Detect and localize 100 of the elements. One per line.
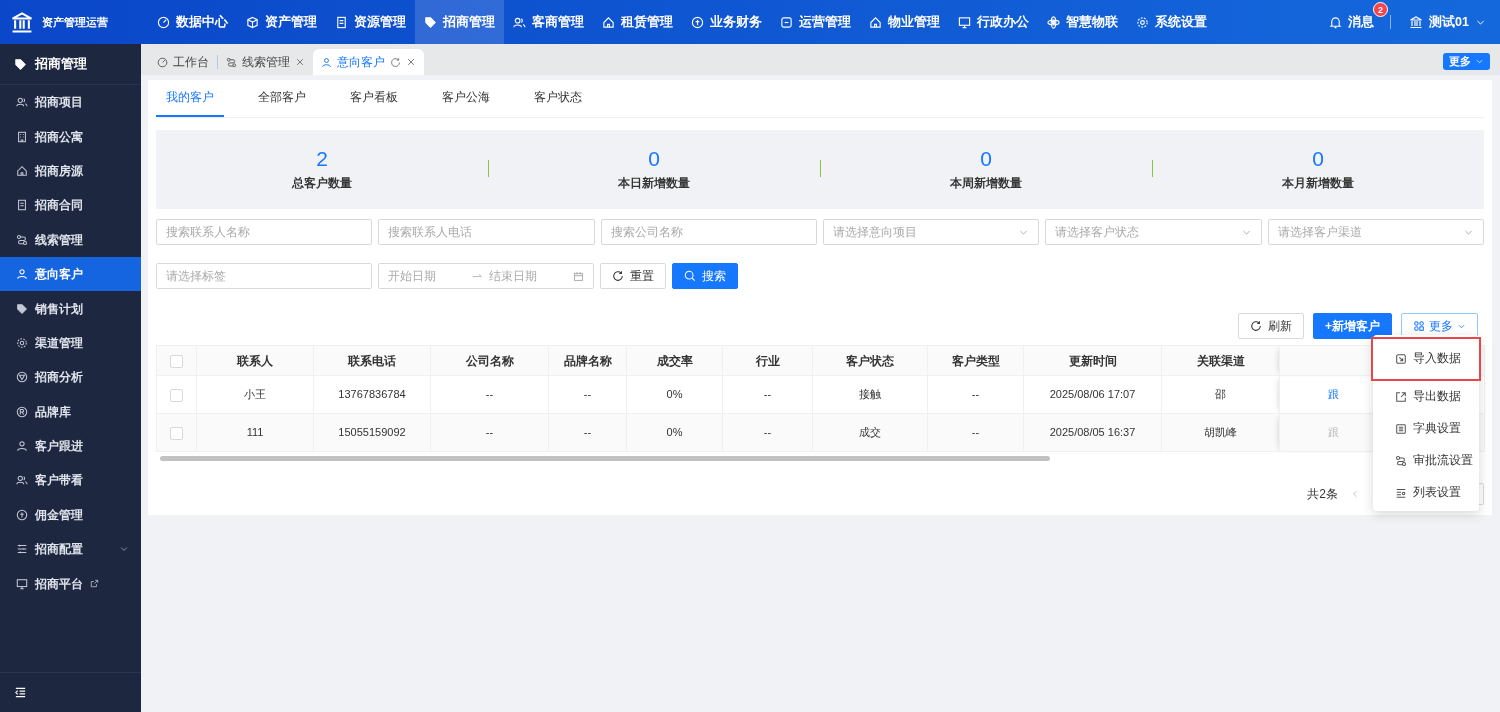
close-icon[interactable] — [406, 57, 416, 67]
external-link-icon — [90, 579, 99, 589]
add-customer-button[interactable]: +新增客户 — [1313, 313, 1392, 339]
nav-tab[interactable]: 智慧物联 — [1038, 0, 1127, 44]
search-button[interactable]: 搜索 — [672, 263, 738, 289]
sidebar-item[interactable]: 招商分析 — [0, 360, 141, 395]
table-cell: 接触 — [812, 375, 928, 414]
reload-icon — [1250, 320, 1262, 332]
list-icon — [1395, 423, 1407, 435]
sidebar-item[interactable]: 渠道管理 — [0, 325, 141, 361]
user-menu[interactable]: 测试01 — [1409, 12, 1486, 32]
sub-tab[interactable]: 客户看板 — [340, 79, 408, 117]
sidebar-item[interactable]: 招商平台 — [0, 566, 141, 601]
nav-tab[interactable]: 运营管理 — [771, 0, 860, 44]
table-cell: 小王 — [196, 375, 314, 414]
flow-icon — [1395, 455, 1407, 467]
sliders-icon — [16, 543, 28, 556]
sidebar-item[interactable]: 意向客户 — [0, 256, 141, 292]
monitor-icon — [16, 577, 28, 590]
page-tab[interactable]: 意向客户 — [313, 49, 424, 75]
sidebar-item[interactable]: 客户跟进 — [0, 428, 141, 464]
close-icon[interactable] — [295, 57, 305, 67]
people-icon — [16, 96, 28, 109]
table-cell: -- — [430, 413, 549, 452]
sidebar-item[interactable]: 招商配置 — [0, 532, 141, 567]
page-tab[interactable]: 工作台 — [149, 49, 217, 75]
export-icon — [1395, 391, 1407, 403]
column-header: 公司名称 — [430, 345, 549, 376]
nav-tab[interactable]: 招商管理 — [415, 0, 504, 44]
sidebar-item[interactable]: 招商公寓 — [0, 119, 141, 154]
sidebar-item[interactable]: 客户带看 — [0, 463, 141, 498]
column-header: 品牌名称 — [548, 345, 627, 376]
sidebar-item[interactable]: 招商合同 — [0, 188, 141, 223]
nav-tab[interactable]: 客商管理 — [504, 0, 593, 44]
nav-tab[interactable]: 资源管理 — [326, 0, 415, 44]
sub-tab[interactable]: 客户公海 — [432, 79, 500, 117]
app-title: 资产管理运营 — [42, 14, 108, 30]
horizontal-scrollbar[interactable] — [160, 456, 1050, 461]
sub-tab[interactable]: 客户状态 — [524, 79, 592, 117]
search-icon — [684, 270, 696, 282]
notification-badge: 2 — [1373, 1, 1389, 17]
calendar-icon — [573, 270, 584, 282]
column-header: 客户类型 — [927, 345, 1024, 376]
nav-tab[interactable]: 业务财务 — [682, 0, 771, 44]
sidebar-item[interactable]: 销售计划 — [0, 291, 141, 326]
refresh-button[interactable]: 刷新 — [1238, 313, 1304, 339]
table-cell: -- — [722, 413, 813, 452]
sidebar-item[interactable]: 招商房源 — [0, 153, 141, 189]
row-checkbox[interactable] — [170, 426, 183, 440]
menu-item[interactable]: 列表设置 — [1373, 477, 1479, 509]
nav-tab[interactable]: 行政办公 — [949, 0, 1038, 44]
sidebar-item[interactable]: 线索管理 — [0, 222, 141, 257]
menu-item[interactable]: 导入数据 — [1371, 337, 1481, 381]
page-tab[interactable]: 线索管理 — [218, 49, 313, 75]
house-icon — [602, 15, 615, 29]
nav-tab[interactable]: 数据中心 — [148, 0, 237, 44]
messages-link[interactable]: 消息 — [1329, 12, 1375, 32]
bank-icon — [1409, 15, 1424, 29]
sub-tab[interactable]: 我的客户 — [156, 79, 224, 117]
more-button[interactable]: 更多 — [1443, 52, 1490, 71]
nav-tab[interactable]: 系统设置 — [1127, 0, 1216, 44]
menu-item[interactable]: 导出数据 — [1373, 381, 1479, 413]
nav-tab[interactable]: 资产管理 — [237, 0, 326, 44]
grid-icon — [1413, 320, 1425, 332]
nav-tab[interactable]: 租赁管理 — [593, 0, 682, 44]
atom-icon — [1047, 15, 1060, 29]
select-all-checkbox[interactable] — [170, 354, 183, 368]
column-header: 成交率 — [626, 345, 723, 376]
column-header: 关联渠道 — [1161, 345, 1280, 376]
document-icon — [335, 15, 348, 29]
gauge-icon — [157, 15, 170, 29]
row-checkbox[interactable] — [170, 388, 183, 402]
column-header: 更新时间 — [1023, 345, 1162, 376]
chevron-left-icon[interactable] — [1350, 489, 1360, 499]
menu-item[interactable]: 字典设置 — [1373, 413, 1479, 445]
dashboard-icon — [16, 371, 28, 384]
follow-up-link[interactable]: 跟 — [1328, 388, 1339, 401]
table-cell: -- — [722, 375, 813, 414]
sub-tab[interactable]: 全部客户 — [248, 79, 316, 117]
sidebar-item[interactable]: 招商项目 — [0, 85, 141, 120]
stat-value: 0 — [648, 146, 660, 172]
monitor-icon — [958, 15, 971, 29]
coin-icon — [691, 15, 704, 29]
reset-button[interactable]: 重置 — [600, 263, 666, 289]
nav-tab[interactable]: 物业管理 — [860, 0, 949, 44]
sidebar-item[interactable]: 品牌库 — [0, 394, 141, 429]
column-header: 联系电话 — [313, 345, 431, 376]
table-cell: 0% — [626, 375, 723, 414]
stat-value: 0 — [980, 146, 992, 172]
coin-icon — [16, 508, 28, 521]
sidebar-item[interactable]: 佣金管理 — [0, 497, 141, 533]
gauge-icon — [157, 56, 168, 68]
registered-icon — [16, 405, 28, 418]
stat-label: 本周新增数量 — [950, 175, 1022, 192]
columns-icon — [1395, 487, 1407, 499]
table-cell: 2025/08/05 16:37 — [1023, 413, 1162, 452]
collapse-menu-icon[interactable] — [14, 686, 27, 699]
tag-icon — [16, 302, 28, 315]
chevron-down-icon — [1475, 57, 1484, 66]
menu-item[interactable]: 审批流设置 — [1373, 445, 1479, 477]
